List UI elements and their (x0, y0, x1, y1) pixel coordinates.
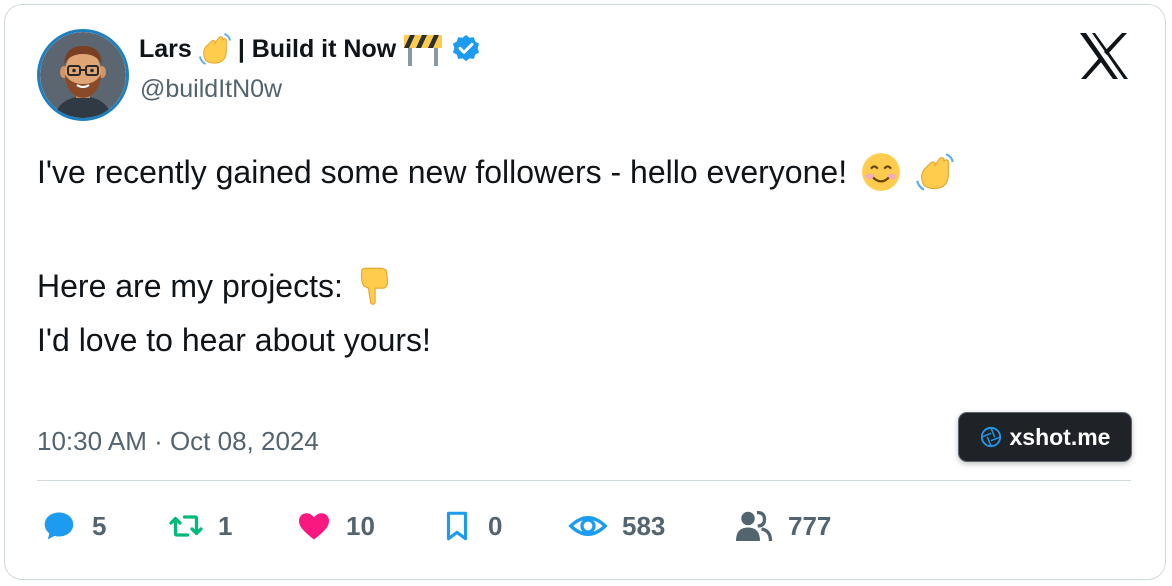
user-handle[interactable]: @buildItN0w (140, 75, 282, 104)
tweet-text-line-2: Here are my projects: (37, 266, 391, 306)
avatar[interactable] (37, 29, 129, 121)
like-count: 10 (346, 510, 375, 541)
retweet-count: 1 (218, 510, 233, 541)
verified-badge-icon (453, 35, 480, 62)
tweet-text-line-3: I'd love to hear about yours! (37, 322, 431, 359)
reply-count: 5 (92, 510, 107, 541)
x-logo-icon[interactable] (1078, 32, 1130, 80)
display-name[interactable]: Lars (139, 35, 192, 64)
followers-stat[interactable]: 777 (734, 506, 831, 546)
avatar-memoji-icon (40, 32, 126, 118)
tweet-text: I'd love to hear about yours! (37, 322, 431, 358)
xshot-watermark[interactable]: xshot.me (958, 412, 1132, 462)
bookmark-count: 0 (488, 510, 503, 541)
divider (37, 480, 1131, 481)
waving-hand-icon (916, 153, 954, 191)
tweet-timestamp[interactable]: 10:30 AM · Oct 08, 2024 (37, 426, 319, 457)
waving-hand-icon (198, 33, 231, 65)
reply-icon (44, 512, 74, 540)
views-stat[interactable]: 583 (568, 506, 665, 546)
tweet-text: I've recently gained some new followers … (37, 153, 848, 190)
views-count: 583 (622, 510, 666, 541)
reply-stat[interactable]: 5 (40, 506, 106, 546)
display-name-suffix: | Build it Now (237, 34, 397, 63)
aperture-icon (980, 426, 1001, 448)
eye-icon (568, 516, 608, 536)
smiling-face-icon (862, 153, 900, 191)
retweet-stat[interactable]: 1 (168, 506, 232, 546)
tweet-text-line-1: I've recently gained some new followers … (37, 152, 955, 192)
bookmark-icon (446, 511, 468, 541)
followers-count: 777 (788, 510, 832, 541)
watermark-label: xshot.me (1009, 423, 1111, 450)
people-icon (736, 510, 773, 542)
retweet-icon (169, 515, 203, 537)
tweet-text: Here are my projects: (37, 267, 343, 304)
pointing-down-icon (360, 267, 388, 305)
bookmark-stat[interactable]: 0 (440, 506, 502, 546)
display-name-row[interactable]: Lars | Build it Now (139, 30, 482, 68)
heart-icon (299, 513, 329, 540)
like-stat[interactable]: 10 (296, 506, 375, 546)
construction-barrier-icon (404, 35, 443, 66)
